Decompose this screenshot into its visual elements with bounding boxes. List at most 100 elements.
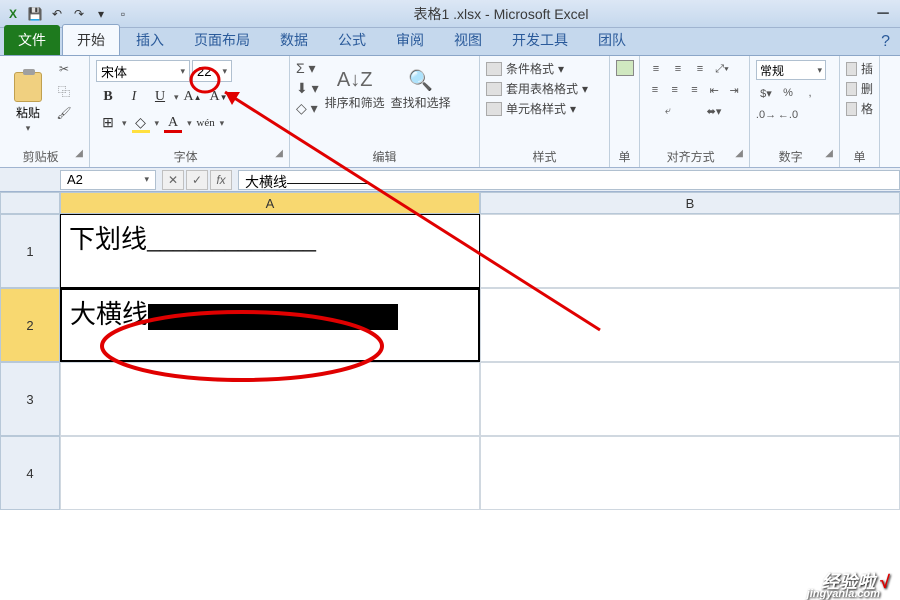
percent-button[interactable]: %: [778, 84, 798, 102]
dec-decimal-button[interactable]: ←.0: [778, 106, 798, 124]
indent-dec-button[interactable]: ⇤: [705, 81, 723, 99]
number-format-select[interactable]: 常规 ▾: [756, 60, 826, 80]
group-edit: Σ ▾ ⬇ ▾ ◇ ▾ A↓Z 排序和筛选 🔍 查找和选择 编辑: [290, 56, 480, 167]
col-header-a[interactable]: A: [60, 192, 480, 214]
tab-review[interactable]: 审阅: [382, 25, 438, 55]
cell-b1[interactable]: [480, 214, 900, 288]
undo-icon[interactable]: ↶: [48, 5, 66, 23]
paste-dropdown-icon[interactable]: ▾: [26, 123, 31, 134]
tab-data[interactable]: 数据: [266, 25, 322, 55]
phonetic-button[interactable]: wén: [194, 112, 218, 134]
save-icon[interactable]: 💾: [26, 5, 44, 23]
sheet-area: A B 1 下划线_____________ 2 大横线 3 4: [0, 192, 900, 510]
qat-more-icon[interactable]: ▫: [114, 5, 132, 23]
find-select-button[interactable]: 🔍 查找和选择: [391, 66, 451, 111]
inc-decimal-button[interactable]: .0→: [756, 106, 776, 124]
redo-icon[interactable]: ↷: [70, 5, 88, 23]
cell-b2[interactable]: [480, 288, 900, 362]
phonetic-dropdown-icon[interactable]: ▾: [220, 118, 225, 129]
row-header-2[interactable]: 2: [0, 288, 60, 362]
tab-file[interactable]: 文件: [4, 25, 60, 55]
indent-inc-button[interactable]: ⇥: [725, 81, 743, 99]
border-button[interactable]: ⊞: [96, 112, 120, 134]
row-header-4[interactable]: 4: [0, 436, 60, 510]
qat-dropdown-icon[interactable]: ▾: [92, 5, 110, 23]
formula-input[interactable]: 大横线——————: [238, 170, 900, 190]
format-as-table-button[interactable]: 套用表格格式 ▾: [486, 80, 603, 97]
fx-button[interactable]: fx: [210, 170, 232, 190]
cell-styles-button[interactable]: 单元格样式 ▾: [486, 100, 603, 117]
format-painter-icon[interactable]: 🖌: [54, 104, 74, 122]
tab-team[interactable]: 团队: [584, 25, 640, 55]
underline-button[interactable]: U: [148, 86, 172, 108]
font-color-button[interactable]: A: [161, 112, 185, 134]
select-all-corner[interactable]: [0, 192, 60, 214]
cell-b3[interactable]: [480, 362, 900, 436]
cell-a3[interactable]: [60, 362, 480, 436]
number-format-value: 常规: [760, 62, 784, 79]
fill-down-icon[interactable]: ⬇ ▾: [296, 80, 319, 97]
tab-page-layout[interactable]: 页面布局: [180, 25, 264, 55]
number-format-dropdown-icon[interactable]: ▾: [817, 65, 822, 76]
merge-button[interactable]: ⬌▾: [692, 102, 736, 120]
font-launcher-icon[interactable]: ◢: [275, 148, 283, 159]
align-top-button[interactable]: ≡: [646, 60, 666, 78]
cell-b4[interactable]: [480, 436, 900, 510]
excel-icon[interactable]: X: [4, 5, 22, 23]
cut-icon[interactable]: ✂: [54, 60, 74, 78]
copy-icon[interactable]: ⿻: [54, 82, 74, 100]
row-header-1[interactable]: 1: [0, 214, 60, 288]
comma-button[interactable]: ,: [800, 84, 820, 102]
currency-button[interactable]: $▾: [756, 84, 776, 102]
cell-a1[interactable]: 下划线_____________: [60, 214, 480, 288]
border-dropdown-icon[interactable]: ▾: [122, 118, 127, 129]
tab-developer[interactable]: 开发工具: [498, 25, 582, 55]
col-header-b[interactable]: B: [480, 192, 900, 214]
align-bottom-button[interactable]: ≡: [690, 60, 710, 78]
font-size-select[interactable]: 22 ▾: [192, 60, 232, 82]
row-header-3[interactable]: 3: [0, 362, 60, 436]
font-name-select[interactable]: 宋体 ▾: [96, 60, 190, 82]
name-box-dropdown-icon[interactable]: ▾: [144, 174, 149, 185]
delete-row-button[interactable]: 删: [846, 80, 873, 97]
clear-icon[interactable]: ◇ ▾: [296, 100, 319, 117]
shrink-font-button[interactable]: A▼: [207, 86, 231, 108]
format-row-button[interactable]: 格: [846, 100, 873, 117]
cancel-formula-button[interactable]: ✕: [162, 170, 184, 190]
grow-font-button[interactable]: A▲: [181, 86, 205, 108]
insert-row-button[interactable]: 插: [846, 60, 873, 77]
minimize-button[interactable]: ─: [870, 5, 896, 23]
cell-a4[interactable]: [60, 436, 480, 510]
insert-cell-button[interactable]: [616, 60, 634, 76]
orientation-button[interactable]: ⤢▾: [712, 60, 732, 78]
cell-a2[interactable]: 大横线: [60, 288, 480, 362]
align-center-button[interactable]: ≡: [666, 81, 684, 99]
fill-color-button[interactable]: ◇: [129, 112, 153, 134]
paste-button[interactable]: 粘贴 ▾: [6, 60, 50, 146]
tab-home[interactable]: 开始: [62, 24, 120, 55]
tab-insert[interactable]: 插入: [122, 25, 178, 55]
align-left-button[interactable]: ≡: [646, 81, 664, 99]
tab-formulas[interactable]: 公式: [324, 25, 380, 55]
tab-view[interactable]: 视图: [440, 25, 496, 55]
font-name-dropdown-icon[interactable]: ▾: [180, 66, 185, 77]
align-launcher-icon[interactable]: ◢: [735, 148, 743, 159]
number-launcher-icon[interactable]: ◢: [825, 148, 833, 159]
enter-formula-button[interactable]: ✓: [186, 170, 208, 190]
sort-filter-button[interactable]: A↓Z 排序和筛选: [325, 66, 385, 111]
paste-icon: [14, 72, 42, 102]
align-right-button[interactable]: ≡: [686, 81, 704, 99]
font-color-dropdown-icon[interactable]: ▾: [187, 118, 192, 129]
wrap-text-button[interactable]: ⤶: [646, 102, 690, 120]
italic-button[interactable]: I: [122, 86, 146, 108]
underline-dropdown-icon[interactable]: ▾: [174, 92, 179, 103]
align-middle-button[interactable]: ≡: [668, 60, 688, 78]
fill-dropdown-icon[interactable]: ▾: [155, 118, 160, 129]
autosum-icon[interactable]: Σ ▾: [296, 60, 319, 77]
help-icon[interactable]: ?: [877, 29, 894, 55]
bold-button[interactable]: B: [96, 86, 120, 108]
clipboard-launcher-icon[interactable]: ◢: [75, 148, 83, 159]
name-box[interactable]: A2 ▾: [60, 170, 156, 190]
conditional-format-button[interactable]: 条件格式 ▾: [486, 60, 603, 77]
font-size-dropdown-icon[interactable]: ▾: [222, 66, 227, 77]
